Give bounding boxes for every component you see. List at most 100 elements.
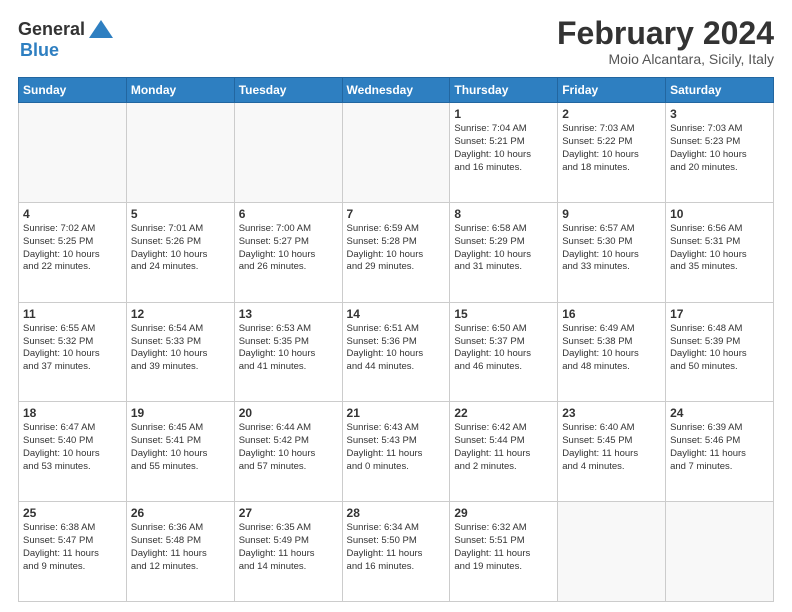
day-info: Sunrise: 7:01 AMSunset: 5:26 PMDaylight:…: [131, 223, 230, 274]
day-number: 15: [454, 307, 553, 321]
calendar-cell: 22 Sunrise: 6:42 AMSunset: 5:44 PMDayligh…: [450, 402, 558, 502]
day-number: 18: [23, 406, 122, 420]
day-number: 19: [131, 406, 230, 420]
calendar-cell: 2 Sunrise: 7:03 AMSunset: 5:22 PMDaylight…: [558, 103, 666, 203]
day-number: 22: [454, 406, 553, 420]
calendar-header-sunday: Sunday: [19, 78, 127, 103]
day-info: Sunrise: 7:03 AMSunset: 5:22 PMDaylight:…: [562, 123, 661, 174]
calendar-cell: [558, 502, 666, 602]
day-number: 27: [239, 506, 338, 520]
day-info: Sunrise: 6:59 AMSunset: 5:28 PMDaylight:…: [347, 223, 446, 274]
day-info: Sunrise: 6:45 AMSunset: 5:41 PMDaylight:…: [131, 422, 230, 473]
calendar-cell: 23Sunrise: 6:40 AMSunset: 5:45 PMDayligh…: [558, 402, 666, 502]
day-number: 10: [670, 207, 769, 221]
day-info: Sunrise: 6:38 AMSunset: 5:47 PMDaylight:…: [23, 522, 122, 573]
calendar-body: 1 Sunrise: 7:04 AMSunset: 5:21 PMDaylight…: [19, 103, 774, 602]
day-info: Sunrise: 6:51 AMSunset: 5:36 PMDaylight:…: [347, 323, 446, 374]
day-number: 16: [562, 307, 661, 321]
calendar-cell: 14 Sunrise: 6:51 AMSunset: 5:36 PMDayligh…: [342, 302, 450, 402]
calendar-cell: [126, 103, 234, 203]
calendar-header-row: SundayMondayTuesdayWednesdayThursdayFrid…: [19, 78, 774, 103]
day-info: Sunrise: 6:50 AMSunset: 5:37 PMDaylight:…: [454, 323, 553, 374]
day-info: Sunrise: 6:32 AMSunset: 5:51 PMDaylight:…: [454, 522, 553, 573]
calendar-cell: 24 Sunrise: 6:39 AMSunset: 5:46 PMDayligh…: [666, 402, 774, 502]
day-info: Sunrise: 7:03 AMSunset: 5:23 PMDaylight:…: [670, 123, 769, 174]
day-number: 23: [562, 406, 661, 420]
calendar-cell: 5 Sunrise: 7:01 AMSunset: 5:26 PMDaylight…: [126, 202, 234, 302]
calendar-header-thursday: Thursday: [450, 78, 558, 103]
calendar-cell: [19, 103, 127, 203]
day-info: Sunrise: 6:54 AMSunset: 5:33 PMDaylight:…: [131, 323, 230, 374]
calendar-cell: 3Sunrise: 7:03 AMSunset: 5:23 PMDaylight…: [666, 103, 774, 203]
day-number: 13: [239, 307, 338, 321]
calendar-table: SundayMondayTuesdayWednesdayThursdayFrid…: [18, 77, 774, 602]
calendar-week-2: 4 Sunrise: 7:02 AMSunset: 5:25 PMDaylight…: [19, 202, 774, 302]
day-info: Sunrise: 6:39 AMSunset: 5:46 PMDaylight:…: [670, 422, 769, 473]
calendar-header-tuesday: Tuesday: [234, 78, 342, 103]
day-info: Sunrise: 6:35 AMSunset: 5:49 PMDaylight:…: [239, 522, 338, 573]
calendar-cell: 11 Sunrise: 6:55 AMSunset: 5:32 PMDayligh…: [19, 302, 127, 402]
month-title: February 2024: [557, 16, 774, 51]
calendar-cell: 19 Sunrise: 6:45 AMSunset: 5:41 PMDayligh…: [126, 402, 234, 502]
day-info: Sunrise: 7:04 AMSunset: 5:21 PMDaylight:…: [454, 123, 553, 174]
day-number: 20: [239, 406, 338, 420]
day-info: Sunrise: 6:36 AMSunset: 5:48 PMDaylight:…: [131, 522, 230, 573]
day-number: 7: [347, 207, 446, 221]
day-number: 26: [131, 506, 230, 520]
calendar-cell: 6 Sunrise: 7:00 AMSunset: 5:27 PMDaylight…: [234, 202, 342, 302]
calendar-header-friday: Friday: [558, 78, 666, 103]
day-info: Sunrise: 7:02 AMSunset: 5:25 PMDaylight:…: [23, 223, 122, 274]
day-number: 29: [454, 506, 553, 520]
day-number: 4: [23, 207, 122, 221]
calendar-cell: 12Sunrise: 6:54 AMSunset: 5:33 PMDayligh…: [126, 302, 234, 402]
day-number: 28: [347, 506, 446, 520]
day-number: 2: [562, 107, 661, 121]
calendar-cell: [342, 103, 450, 203]
calendar-cell: 29 Sunrise: 6:32 AMSunset: 5:51 PMDayligh…: [450, 502, 558, 602]
calendar-cell: 18 Sunrise: 6:47 AMSunset: 5:40 PMDayligh…: [19, 402, 127, 502]
day-info: Sunrise: 6:42 AMSunset: 5:44 PMDaylight:…: [454, 422, 553, 473]
day-info: Sunrise: 6:56 AMSunset: 5:31 PMDaylight:…: [670, 223, 769, 274]
calendar-cell: [666, 502, 774, 602]
day-info: Sunrise: 6:49 AMSunset: 5:38 PMDaylight:…: [562, 323, 661, 374]
day-info: Sunrise: 6:44 AMSunset: 5:42 PMDaylight:…: [239, 422, 338, 473]
day-info: Sunrise: 7:00 AMSunset: 5:27 PMDaylight:…: [239, 223, 338, 274]
calendar-header-saturday: Saturday: [666, 78, 774, 103]
day-info: Sunrise: 6:57 AMSunset: 5:30 PMDaylight:…: [562, 223, 661, 274]
day-number: 21: [347, 406, 446, 420]
calendar-week-4: 18 Sunrise: 6:47 AMSunset: 5:40 PMDayligh…: [19, 402, 774, 502]
day-info: Sunrise: 6:34 AMSunset: 5:50 PMDaylight:…: [347, 522, 446, 573]
logo-icon: [87, 16, 115, 44]
day-number: 8: [454, 207, 553, 221]
calendar-header-wednesday: Wednesday: [342, 78, 450, 103]
day-number: 24: [670, 406, 769, 420]
day-number: 17: [670, 307, 769, 321]
location-subtitle: Moio Alcantara, Sicily, Italy: [557, 51, 774, 67]
calendar-week-3: 11 Sunrise: 6:55 AMSunset: 5:32 PMDayligh…: [19, 302, 774, 402]
day-info: Sunrise: 6:58 AMSunset: 5:29 PMDaylight:…: [454, 223, 553, 274]
day-number: 11: [23, 307, 122, 321]
calendar-cell: 16 Sunrise: 6:49 AMSunset: 5:38 PMDayligh…: [558, 302, 666, 402]
day-number: 6: [239, 207, 338, 221]
calendar-cell: 28 Sunrise: 6:34 AMSunset: 5:50 PMDayligh…: [342, 502, 450, 602]
day-info: Sunrise: 6:43 AMSunset: 5:43 PMDaylight:…: [347, 422, 446, 473]
header: General Blue February 2024 Moio Alcantar…: [18, 16, 774, 67]
day-number: 5: [131, 207, 230, 221]
calendar-cell: 9 Sunrise: 6:57 AMSunset: 5:30 PMDaylight…: [558, 202, 666, 302]
day-number: 25: [23, 506, 122, 520]
day-number: 14: [347, 307, 446, 321]
calendar-cell: [234, 103, 342, 203]
day-number: 1: [454, 107, 553, 121]
day-info: Sunrise: 6:53 AMSunset: 5:35 PMDaylight:…: [239, 323, 338, 374]
title-block: February 2024 Moio Alcantara, Sicily, It…: [557, 16, 774, 67]
day-number: 9: [562, 207, 661, 221]
calendar-week-5: 25 Sunrise: 6:38 AMSunset: 5:47 PMDayligh…: [19, 502, 774, 602]
calendar-cell: 25 Sunrise: 6:38 AMSunset: 5:47 PMDayligh…: [19, 502, 127, 602]
day-info: Sunrise: 6:47 AMSunset: 5:40 PMDaylight:…: [23, 422, 122, 473]
calendar-cell: 17Sunrise: 6:48 AMSunset: 5:39 PMDayligh…: [666, 302, 774, 402]
calendar-cell: 15 Sunrise: 6:50 AMSunset: 5:37 PMDayligh…: [450, 302, 558, 402]
calendar-cell: 20 Sunrise: 6:44 AMSunset: 5:42 PMDayligh…: [234, 402, 342, 502]
calendar-cell: 1 Sunrise: 7:04 AMSunset: 5:21 PMDaylight…: [450, 103, 558, 203]
page: General Blue February 2024 Moio Alcantar…: [0, 0, 792, 612]
day-info: Sunrise: 6:55 AMSunset: 5:32 PMDaylight:…: [23, 323, 122, 374]
